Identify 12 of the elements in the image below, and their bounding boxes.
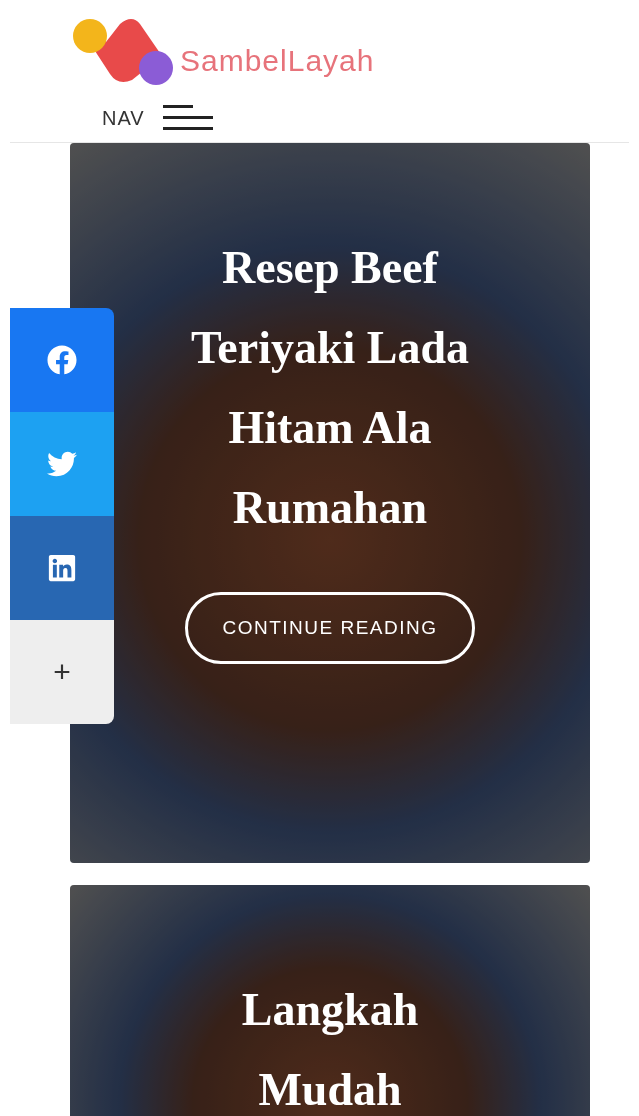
facebook-icon (47, 345, 77, 375)
continue-reading-button[interactable]: CONTINUE READING (185, 592, 475, 664)
logo-icon (70, 16, 176, 88)
more-share-button[interactable]: + (10, 620, 114, 724)
linkedin-icon (47, 553, 77, 583)
linkedin-button[interactable] (10, 516, 114, 620)
menu-icon[interactable] (162, 104, 213, 132)
twitter-button[interactable] (10, 412, 114, 516)
nav-label[interactable]: NAV (102, 106, 145, 130)
bird-icon (47, 449, 77, 479)
facebook-button[interactable] (10, 308, 114, 412)
post-title[interactable]: Resep Beef Teriyaki Lada Hitam Ala Rumahan (175, 228, 485, 548)
